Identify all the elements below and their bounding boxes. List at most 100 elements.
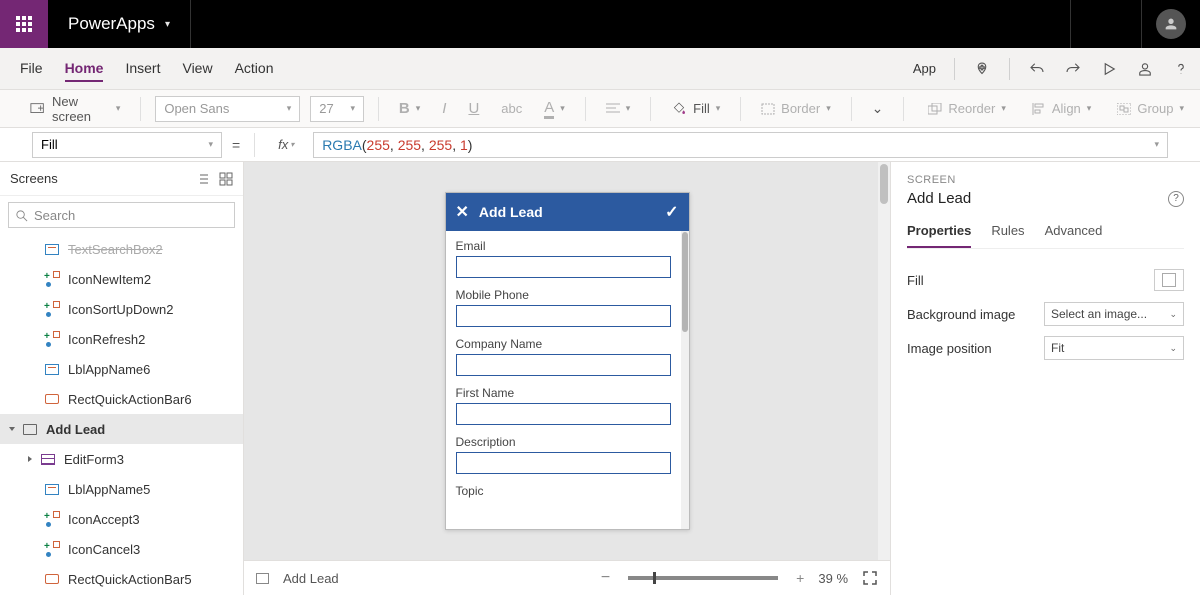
tree-item-textsearchbox2[interactable]: TextSearchBox2: [0, 234, 243, 264]
tree-item-editform3[interactable]: EditForm3: [0, 444, 243, 474]
tree-item-rectquickactionbar6[interactable]: RectQuickActionBar6: [0, 384, 243, 414]
tree-item-lblappname5[interactable]: LblAppName5: [0, 474, 243, 504]
current-screen-label: Add Lead: [283, 571, 339, 586]
tab-properties[interactable]: Properties: [907, 217, 971, 248]
chevron-down-icon: ▾: [287, 103, 292, 114]
screen-icon: [22, 421, 38, 437]
tree-item-iconsortupdown2[interactable]: + IconSortUpDown2: [0, 294, 243, 324]
canvas-scrollbar[interactable]: [878, 162, 890, 560]
rectangle-icon: [44, 571, 60, 587]
accept-icon[interactable]: ✓: [665, 202, 678, 222]
property-selector[interactable]: Fill ▾: [32, 132, 222, 158]
font-size-select[interactable]: 27▾: [310, 96, 364, 122]
zoom-slider[interactable]: [628, 576, 778, 580]
zoom-value: 39: [818, 571, 832, 586]
fullscreen-icon[interactable]: [862, 570, 878, 586]
menu-file[interactable]: File: [20, 56, 43, 82]
chevron-down-icon: ▾: [208, 139, 213, 150]
share-icon[interactable]: [1136, 60, 1154, 78]
rectangle-icon: [44, 391, 60, 407]
tree-item-iconrefresh2[interactable]: +IconRefresh2: [0, 324, 243, 354]
fx-selector[interactable]: fx▾: [269, 132, 303, 158]
label-icon: [44, 241, 60, 257]
brand[interactable]: PowerApps ▾: [68, 14, 170, 34]
new-screen-label: New screen: [52, 94, 110, 124]
help-icon[interactable]: ?: [1168, 191, 1184, 207]
font-color-button[interactable]: A▾: [538, 95, 571, 123]
control-icon: +: [44, 511, 60, 527]
screen-checkbox[interactable]: [256, 573, 269, 584]
health-icon[interactable]: [973, 60, 991, 78]
tree-search[interactable]: Search: [8, 202, 235, 228]
tree-item-add-lead[interactable]: Add Lead: [0, 414, 243, 444]
menu-action[interactable]: Action: [235, 56, 274, 82]
prop-fill-label: Fill: [907, 273, 924, 288]
tree-item-rectquickactionbar5[interactable]: RectQuickActionBar5: [0, 564, 243, 594]
field-input-first-name[interactable]: [456, 403, 671, 425]
topbar-separator: [1070, 0, 1071, 48]
zoom-in-button[interactable]: +: [796, 570, 804, 586]
redo-icon[interactable]: [1064, 60, 1082, 78]
user-avatar[interactable]: [1156, 9, 1186, 39]
search-icon: [15, 209, 28, 222]
chevron-icon[interactable]: [28, 456, 32, 462]
tree-item-iconaccept3[interactable]: +IconAccept3: [0, 504, 243, 534]
preview-scrollbar[interactable]: [681, 231, 689, 529]
align-objects-button[interactable]: Align▾: [1026, 97, 1097, 120]
app-label[interactable]: App: [913, 61, 936, 76]
control-icon: +: [44, 301, 60, 317]
zoom-out-button[interactable]: −: [601, 569, 610, 587]
field-label: Company Name: [456, 337, 671, 351]
menubar-separator: [1009, 58, 1010, 80]
field-input-description[interactable]: [456, 452, 671, 474]
brand-name: PowerApps: [68, 14, 155, 34]
field-input-company-name[interactable]: [456, 354, 671, 376]
chevron-icon[interactable]: [9, 427, 15, 431]
tree-item-label: IconSortUpDown2: [68, 302, 174, 317]
grid-view-icon[interactable]: [219, 172, 233, 186]
cancel-icon[interactable]: ✕: [456, 202, 469, 222]
tree-item-lblappname6[interactable]: LblAppName6: [0, 354, 243, 384]
tree-title: Screens: [10, 171, 58, 186]
app-launcher[interactable]: [0, 0, 48, 48]
tree-item-iconnewitem2[interactable]: +IconNewItem2: [0, 264, 243, 294]
tab-rules[interactable]: Rules: [991, 217, 1024, 248]
reorder-button[interactable]: Reorder▾: [922, 97, 1012, 120]
prop-bg-label: Background image: [907, 307, 1015, 322]
ribbon-separator: [585, 97, 586, 121]
fill-swatch[interactable]: [1154, 269, 1184, 291]
tree-item-label: IconCancel3: [68, 542, 140, 557]
image-position-select[interactable]: Fit⌄: [1044, 336, 1184, 360]
help-icon[interactable]: [1172, 60, 1190, 78]
tree-item-label: RectQuickActionBar6: [68, 392, 192, 407]
tab-advanced[interactable]: Advanced: [1045, 217, 1103, 248]
fill-button[interactable]: Fill ▾: [665, 97, 726, 121]
formula-input[interactable]: RGBA(255, 255, 255, 1) ▾: [313, 132, 1168, 158]
menu-view[interactable]: View: [182, 56, 212, 82]
italic-button[interactable]: I: [436, 96, 452, 121]
bg-image-select[interactable]: Select an image...⌄: [1044, 302, 1184, 326]
undo-icon[interactable]: [1028, 60, 1046, 78]
field-input-mobile-phone[interactable]: [456, 305, 671, 327]
group-button[interactable]: Group▾: [1111, 97, 1190, 120]
list-view-icon[interactable]: [195, 172, 209, 186]
new-screen-button[interactable]: New screen ▾: [24, 90, 126, 128]
formula-separator: [254, 133, 255, 157]
chevron-down-icon: ▾: [716, 103, 721, 114]
tree-item-iconcancel3[interactable]: +IconCancel3: [0, 534, 243, 564]
play-icon[interactable]: [1100, 60, 1118, 78]
align-text-button[interactable]: ▾: [600, 99, 637, 119]
menu-insert[interactable]: Insert: [125, 56, 160, 82]
topbar-separator: [190, 0, 191, 48]
menu-home[interactable]: Home: [65, 56, 104, 82]
strikethrough-button[interactable]: abc: [495, 97, 528, 120]
label-icon: [44, 481, 60, 497]
field-input-email[interactable]: [456, 256, 671, 278]
bold-button[interactable]: B▾: [393, 96, 426, 121]
font-select[interactable]: Open Sans▾: [155, 96, 300, 122]
section-label: SCREEN: [907, 174, 1184, 186]
more-button[interactable]: ⌄: [866, 96, 890, 121]
canvas-preview[interactable]: ✕ Add Lead ✓ EmailMobile PhoneCompany Na…: [445, 192, 690, 530]
underline-button[interactable]: U: [462, 96, 485, 121]
border-button[interactable]: Border ▾: [755, 97, 837, 120]
